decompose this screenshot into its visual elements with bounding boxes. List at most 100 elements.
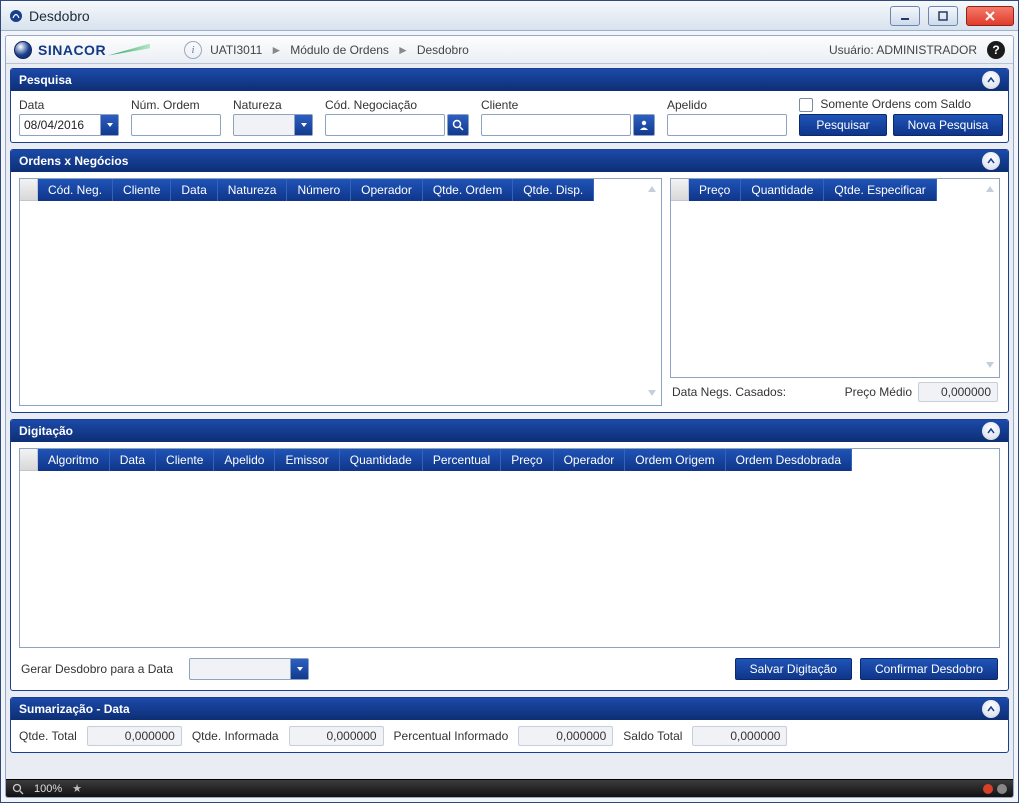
column-header[interactable]: Número bbox=[287, 179, 351, 201]
collapse-icon[interactable] bbox=[982, 71, 1000, 89]
column-header[interactable]: Preço bbox=[689, 179, 741, 201]
column-header[interactable]: Natureza bbox=[218, 179, 288, 201]
panel-sumarizacao: Sumarização - Data Qtde. Total 0,000000 … bbox=[10, 697, 1009, 753]
collapse-icon[interactable] bbox=[982, 152, 1000, 170]
pesquisar-button[interactable]: Pesquisar bbox=[799, 114, 887, 136]
collapse-icon[interactable] bbox=[982, 700, 1000, 718]
panel-ordens-header[interactable]: Ordens x Negócios bbox=[11, 150, 1008, 172]
ordens-grid[interactable]: Cód. Neg.ClienteDataNaturezaNúmeroOperad… bbox=[19, 178, 662, 406]
column-header[interactable]: Percentual bbox=[423, 449, 501, 471]
salvar-digitacao-button[interactable]: Salvar Digitação bbox=[735, 658, 852, 680]
column-header[interactable]: Data bbox=[171, 179, 217, 201]
natureza-select[interactable] bbox=[233, 114, 313, 136]
label-apelido: Apelido bbox=[667, 98, 787, 112]
gerar-data-select[interactable] bbox=[189, 658, 309, 680]
panel-pesquisa: Pesquisa Data 08/04/2016 Núm. bbox=[10, 68, 1009, 143]
label-preco-medio: Preço Médio bbox=[845, 385, 912, 399]
column-header[interactable]: Apelido bbox=[214, 449, 275, 471]
grid-corner bbox=[20, 179, 38, 201]
column-header[interactable]: Data bbox=[110, 449, 156, 471]
column-header[interactable]: Quantidade bbox=[340, 449, 423, 471]
star-icon[interactable]: ★ bbox=[72, 782, 82, 795]
chevron-right-icon: ► bbox=[270, 43, 282, 57]
info-icon[interactable]: i bbox=[184, 41, 202, 59]
maximize-button[interactable] bbox=[928, 6, 958, 26]
salvar-digitacao-label: Salvar Digitação bbox=[750, 662, 837, 676]
digitacao-grid[interactable]: AlgoritmoDataClienteApelidoEmissorQuanti… bbox=[19, 448, 1000, 648]
num-ordem-input[interactable] bbox=[131, 114, 221, 136]
column-header[interactable]: Emissor bbox=[275, 449, 339, 471]
pesquisar-label: Pesquisar bbox=[816, 118, 869, 132]
brand-logo: SINACOR bbox=[14, 41, 150, 59]
label-cliente: Cliente bbox=[481, 98, 655, 112]
column-header[interactable]: Cliente bbox=[113, 179, 171, 201]
column-header[interactable]: Operador bbox=[351, 179, 423, 201]
confirmar-desdobro-button[interactable]: Confirmar Desdobro bbox=[860, 658, 998, 680]
close-button[interactable] bbox=[966, 6, 1014, 26]
breadcrumb-module: Módulo de Ordens bbox=[290, 43, 389, 57]
column-header[interactable]: Qtde. Ordem bbox=[423, 179, 513, 201]
panel-sumarizacao-header[interactable]: Sumarização - Data bbox=[11, 698, 1008, 720]
brand-glyph-icon bbox=[14, 41, 32, 59]
chevron-down-icon[interactable] bbox=[100, 115, 118, 135]
panel-sumarizacao-title: Sumarização - Data bbox=[19, 702, 130, 716]
grid-corner bbox=[671, 179, 689, 201]
title-bar[interactable]: Desdobro bbox=[1, 1, 1018, 31]
column-header[interactable]: Quantidade bbox=[741, 179, 824, 201]
panel-ordens-title: Ordens x Negócios bbox=[19, 154, 128, 168]
data-value: 08/04/2016 bbox=[24, 118, 84, 132]
breadcrumb-page: Desdobro bbox=[417, 43, 469, 57]
panel-digitacao-title: Digitação bbox=[19, 424, 73, 438]
label-saldo-total: Saldo Total bbox=[623, 729, 682, 743]
column-header[interactable]: Cliente bbox=[156, 449, 214, 471]
content-area: Pesquisa Data 08/04/2016 Núm. bbox=[6, 64, 1013, 779]
panel-pesquisa-title: Pesquisa bbox=[19, 73, 72, 87]
data-datepicker[interactable]: 08/04/2016 bbox=[19, 114, 119, 136]
column-header[interactable]: Preço bbox=[501, 449, 553, 471]
perc-informado-value: 0,000000 bbox=[518, 726, 613, 746]
panel-ordens-negocios: Ordens x Negócios Cód. Neg.ClienteDataNa… bbox=[10, 149, 1009, 413]
brand-sweep-icon bbox=[108, 44, 150, 56]
somente-saldo-checkbox[interactable] bbox=[799, 98, 813, 112]
label-qtde-informada: Qtde. Informada bbox=[192, 729, 279, 743]
saldo-total-value: 0,000000 bbox=[692, 726, 787, 746]
column-header[interactable]: Ordem Desdobrada bbox=[726, 449, 852, 471]
grid-corner bbox=[20, 449, 38, 471]
confirmar-desdobro-label: Confirmar Desdobro bbox=[875, 662, 983, 676]
user-name: ADMINISTRADOR bbox=[876, 43, 977, 57]
user-lookup-icon[interactable] bbox=[633, 114, 655, 136]
column-header[interactable]: Qtde. Disp. bbox=[513, 179, 594, 201]
scroll-up-icon[interactable] bbox=[647, 184, 657, 194]
label-num-ordem: Núm. Ordem bbox=[131, 98, 221, 112]
app-icon bbox=[9, 9, 23, 23]
search-icon[interactable] bbox=[447, 114, 469, 136]
zoom-icon[interactable] bbox=[12, 783, 24, 795]
label-qtde-total: Qtde. Total bbox=[19, 729, 77, 743]
app-window: Desdobro SINACOR i UATI3011 ► Módulo de … bbox=[0, 0, 1019, 803]
column-header[interactable]: Operador bbox=[554, 449, 626, 471]
apelido-input[interactable] bbox=[667, 114, 787, 136]
cliente-input[interactable] bbox=[481, 114, 631, 136]
label-cod-neg: Cód. Negociação bbox=[325, 98, 469, 112]
chevron-down-icon[interactable] bbox=[294, 115, 312, 135]
nova-pesquisa-button[interactable]: Nova Pesquisa bbox=[893, 114, 1003, 136]
negocios-grid[interactable]: PreçoQuantidadeQtde. Especificar bbox=[670, 178, 1000, 378]
minimize-button[interactable] bbox=[890, 6, 920, 26]
cod-neg-input[interactable] bbox=[325, 114, 445, 136]
scroll-up-icon[interactable] bbox=[985, 184, 995, 194]
column-header[interactable]: Ordem Origem bbox=[625, 449, 725, 471]
panel-pesquisa-header[interactable]: Pesquisa bbox=[11, 69, 1008, 91]
scroll-down-icon[interactable] bbox=[647, 388, 657, 398]
user-label: Usuário: bbox=[829, 43, 874, 57]
scroll-down-icon[interactable] bbox=[985, 360, 995, 370]
help-icon[interactable]: ? bbox=[987, 41, 1005, 59]
panel-digitacao-header[interactable]: Digitação bbox=[11, 420, 1008, 442]
collapse-icon[interactable] bbox=[982, 422, 1000, 440]
column-header[interactable]: Qtde. Especificar bbox=[824, 179, 936, 201]
qtde-informada-value: 0,000000 bbox=[289, 726, 384, 746]
column-header[interactable]: Cód. Neg. bbox=[38, 179, 113, 201]
column-header[interactable]: Algoritmo bbox=[38, 449, 110, 471]
chevron-down-icon[interactable] bbox=[290, 659, 308, 679]
chevron-right-icon: ► bbox=[397, 43, 409, 57]
label-negs-casados: Data Negs. Casados: bbox=[672, 385, 786, 399]
